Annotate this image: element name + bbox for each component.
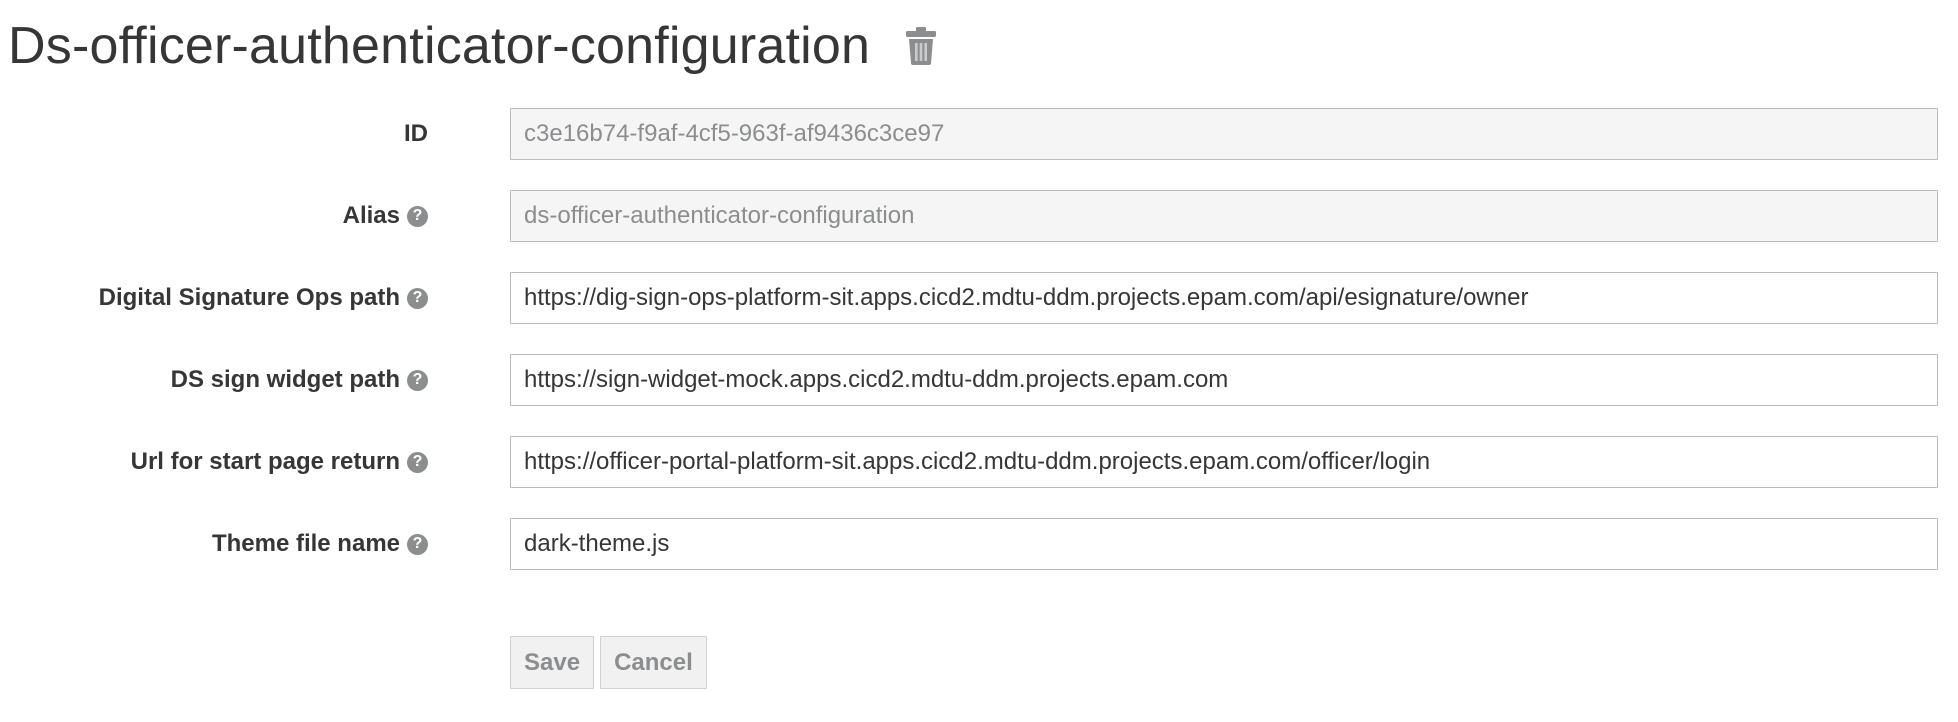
theme-file-field[interactable] [510,518,1938,570]
start-page-url-row: Url for start page return ? [0,436,1958,488]
start-page-url-label-text: Url for start page return [130,448,400,475]
alias-label: Alias ? [343,190,428,242]
id-label-text: ID [404,120,428,147]
page: Ds-officer-authenticator-configuration I… [0,0,1958,722]
start-page-url-label: Url for start page return ? [131,436,428,488]
ds-ops-path-help-icon[interactable]: ? [407,287,428,309]
id-label: ID [404,108,428,160]
id-field[interactable] [510,108,1938,160]
delete-button[interactable] [904,25,938,67]
theme-file-label-text: Theme file name [211,530,400,557]
id-row: ID [0,108,1958,160]
ds-ops-path-label: Digital Signature Ops path ? [99,272,428,324]
theme-file-label: Theme file name ? [212,518,428,570]
ds-ops-path-row: Digital Signature Ops path ? [0,272,1958,324]
alias-row: Alias ? [0,190,1958,242]
ds-ops-path-label-text: Digital Signature Ops path [98,284,400,311]
trash-icon [906,27,937,65]
authenticator-config-form: ID Alias ? Digital Signature Ops path ? … [0,108,1958,600]
page-title: Ds-officer-authenticator-configuration [8,17,871,75]
ds-widget-path-row: DS sign widget path ? [0,354,1958,406]
save-button[interactable]: Save [510,636,595,689]
ds-widget-path-help-icon[interactable]: ? [407,369,428,391]
theme-file-row: Theme file name ? [0,518,1958,570]
page-header: Ds-officer-authenticator-configuration [8,6,938,86]
alias-help-icon[interactable]: ? [407,205,428,227]
ds-widget-path-label: DS sign widget path ? [171,354,428,406]
theme-file-help-icon[interactable]: ? [407,533,428,555]
start-page-url-help-icon[interactable]: ? [407,451,428,473]
start-page-url-field[interactable] [510,436,1938,488]
form-actions: Save Cancel [510,636,707,689]
alias-label-text: Alias [342,202,400,229]
ds-widget-path-label-text: DS sign widget path [170,366,400,393]
cancel-button[interactable]: Cancel [600,636,707,689]
ds-widget-path-field[interactable] [510,354,1938,406]
ds-ops-path-field[interactable] [510,272,1938,324]
alias-field[interactable] [510,190,1938,242]
